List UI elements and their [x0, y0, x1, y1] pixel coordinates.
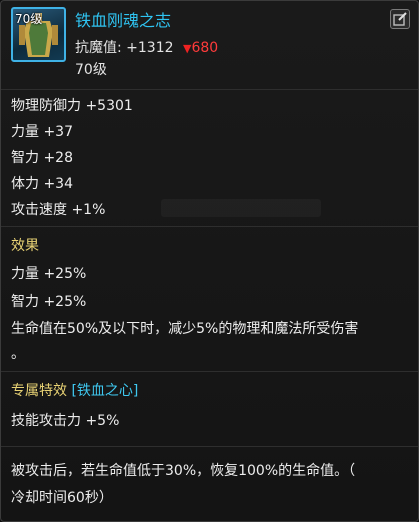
- divider: [1, 371, 418, 372]
- item-tooltip: 70级 铁血刚魂之志 抗魔值: +1312 ▼680 70级 物理防御力 +53…: [0, 0, 419, 522]
- effect-damage-reduction: 生命值在50%及以下时，减少5%的物理和魔法所受伤害: [11, 321, 359, 337]
- special-desc-line2: 冷却时间60秒）: [11, 490, 113, 506]
- edit-button[interactable]: [390, 9, 410, 29]
- resist-label: 抗魔值:: [75, 40, 122, 56]
- stat-strength: 力量 +37: [11, 124, 73, 140]
- effect-title: 效果: [11, 238, 39, 254]
- effect-strength: 力量 +25%: [11, 266, 87, 282]
- item-level-badge: 70级: [15, 12, 43, 26]
- resist-line: 抗魔值: +1312 ▼680: [75, 37, 218, 57]
- tooltip-header: 70级 铁血刚魂之志 抗魔值: +1312 ▼680 70级: [1, 1, 418, 81]
- resist-penalty: 680: [191, 40, 219, 56]
- item-name: 铁血刚魂之志: [75, 11, 172, 30]
- armor-icon: 70级: [11, 7, 66, 62]
- effect-intelligence: 智力 +25%: [11, 294, 87, 310]
- special-skill-attack: 技能攻击力 +5%: [11, 413, 120, 429]
- resist-bonus: +1312: [126, 40, 174, 56]
- divider: [1, 446, 418, 447]
- stat-intelligence: 智力 +28: [11, 150, 73, 166]
- stat-vitality: 体力 +34: [11, 176, 73, 192]
- edit-icon: [393, 12, 407, 26]
- special-heading: 专属特效 [铁血之心]: [11, 380, 138, 400]
- item-level: 70级: [75, 62, 107, 78]
- divider: [1, 226, 418, 227]
- special-name: [铁血之心]: [71, 383, 139, 399]
- special-desc-line1: 被攻击后，若生命值低于30%，恢复100%的生命值。（: [11, 463, 356, 479]
- special-title: 专属特效: [11, 383, 67, 399]
- background-watermark: [161, 199, 321, 217]
- stat-attack-speed: 攻击速度 +1%: [11, 202, 106, 218]
- stat-physical-defense: 物理防御力 +5301: [11, 98, 133, 114]
- divider: [1, 89, 418, 90]
- effect-damage-reduction-end: 。: [11, 346, 25, 362]
